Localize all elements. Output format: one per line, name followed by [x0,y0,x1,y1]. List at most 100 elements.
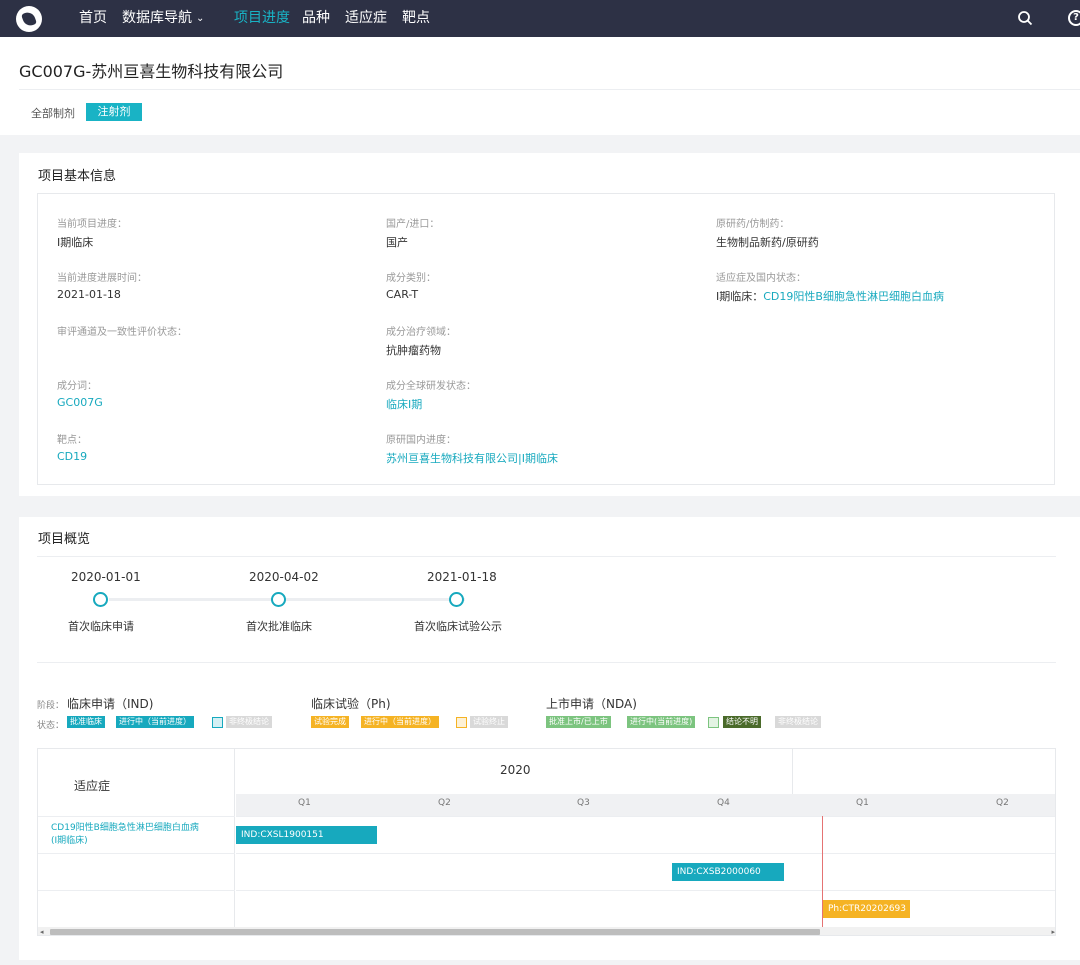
gantt-bar-ind[interactable]: IND:CXSL1900151 [236,826,377,844]
nav-database-label: 数据库导航 [122,10,192,26]
field-value: 生物制品新药/原研药 [716,236,819,249]
nav-database[interactable]: 数据库导航 ⌄ [122,0,204,37]
filter-injection[interactable]: 注射剂 [86,103,142,121]
indication-link[interactable]: CD19阳性B细胞急性淋巴细胞白血病(I期临床) [51,822,201,848]
gantt-bar-ph[interactable]: Ph:CTR20202693 [823,900,910,918]
scroll-thumb[interactable] [50,929,820,935]
field-label: 当前进度进展时间： [57,273,147,284]
year-divider [792,749,793,794]
legend-badge: 进行中（当前进度） [116,716,194,728]
field-label: 适应症及国内状态： [716,273,806,284]
basic-info-title: 项目基本信息 [38,169,117,184]
search-icon[interactable] [1017,10,1033,26]
original-progress-link[interactable]: 苏州亘喜生物科技有限公司|I期临床 [386,450,558,466]
legend-badge: 试验终止 [470,716,508,728]
basic-info-box: 当前项目进度： I期临床 国产/进口： 国产 原研药/仿制药： 生物制品新药/原… [37,193,1055,485]
timeline-track [109,598,465,601]
logo-icon[interactable] [16,6,42,32]
divider [19,89,1080,90]
page-title: GC007G-苏州亘喜生物科技有限公司 [19,62,284,81]
field-value: 2021-01-18 [57,288,121,301]
legend-badge: 结论不明 [723,716,761,728]
legend-badge: 批准上市/已上市 [546,716,611,728]
legend-badge: 进行中（当前进度） [361,716,439,728]
legend-badge: 非终极结论 [226,716,272,728]
page-header: GC007G-苏州亘喜生物科技有限公司 全部制剂 注射剂 [0,37,1080,135]
phase-nda: 上市申请（NDA) [546,697,637,711]
field-label: 审评通道及一致性评价状态： [57,327,187,338]
quarter-label: Q3 [577,798,590,808]
scroll-right-icon[interactable]: ▸ [1051,927,1055,935]
field-label: 原研药/仿制药： [716,219,790,230]
legend-badge: 非终极结论 [775,716,821,728]
legend-swatch [456,717,467,728]
scroll-left-icon[interactable]: ◂ [40,927,44,935]
divider [37,556,1056,557]
field-label: 当前项目进度： [57,219,127,230]
field-value: I期临床 [57,236,94,249]
nav-indication[interactable]: 适应症 [345,0,387,37]
legend-badge: 试验完成 [311,716,349,728]
phase-ph: 临床试验（Ph) [311,697,391,711]
milestone-date: 2020-04-02 [249,570,319,584]
nav-progress[interactable]: 项目进度 [234,0,290,37]
field-value: 国产 [386,236,408,249]
indication-link[interactable]: CD19阳性B细胞急性淋巴细胞白血病 [763,290,944,303]
quarter-label: Q1 [856,798,869,808]
field-label: 成分全球研发状态： [386,381,476,392]
overview-card: 项目概览 2020-01-01 首次临床申请 2020-04-02 首次批准临床… [19,517,1080,960]
row-divider [236,853,1055,854]
milestone-dot [271,592,286,607]
legend-badge: 批准临床 [67,716,105,728]
help-icon[interactable]: ? [1068,10,1080,26]
milestone-date: 2020-01-01 [71,570,141,584]
horizontal-scrollbar[interactable]: ◂ ▸ [38,927,1055,935]
quarter-label: Q2 [996,798,1009,808]
field-label: 成分类别： [386,273,436,284]
milestone-label: 首次临床申请 [68,620,134,633]
legend-swatch [708,717,719,728]
basic-info-card: 项目基本信息 当前项目进度： I期临床 国产/进口： 国产 原研药/仿制药： 生… [19,153,1080,496]
milestone-label: 首次批准临床 [246,620,312,633]
row-divider [236,816,1055,817]
milestone-dot [449,592,464,607]
gantt-indication-column: 适应症 CD19阳性B细胞急性淋巴细胞白血病(I期临床) [38,749,235,935]
global-status-link[interactable]: 临床I期 [386,396,422,412]
field-value: CAR-T [386,288,419,301]
field-value: 抗肿瘤药物 [386,344,441,357]
field-label: 国产/进口： [386,219,440,230]
component-link[interactable]: GC007G [57,396,103,409]
field-value: I期临床：CD19阳性B细胞急性淋巴细胞白血病 [716,288,944,304]
row-divider [38,853,235,854]
milestone-label: 首次临床试验公示 [414,620,502,633]
nav-target[interactable]: 靶点 [402,0,430,37]
today-marker [822,816,823,930]
legend-badge: 进行中(当前进度) [627,716,696,728]
phase-ind: 临床申请（IND) [67,697,154,711]
milestone-dot [93,592,108,607]
stage-label: 阶段： [37,701,65,711]
chevron-down-icon: ⌄ [196,13,205,24]
top-nav: 首页 数据库导航 ⌄ 项目进度 品种 适应症 靶点 ? [0,0,1080,37]
gantt-chart: 适应症 CD19阳性B细胞急性淋巴细胞白血病(I期临床) 2020 Q1 Q2 … [37,748,1056,936]
indication-header: 适应症 [74,779,111,793]
milestone-date: 2021-01-18 [427,570,497,584]
gantt-bar-ind[interactable]: IND:CXSB2000060 [672,863,784,881]
quarter-header [236,794,1055,816]
legend-swatch [212,717,223,728]
quarter-label: Q4 [717,798,730,808]
quarter-label: Q2 [438,798,451,808]
target-link[interactable]: CD19 [57,450,87,463]
row-divider [236,890,1055,891]
field-label: 靶点： [57,435,87,446]
row-divider [38,890,235,891]
status-prefix: I期临床： [716,290,764,303]
year-label: 2020 [500,763,531,777]
quarter-label: Q1 [298,798,311,808]
field-label: 成分词： [57,381,97,392]
nav-home[interactable]: 首页 [79,0,107,37]
field-label: 成分治疗领域： [386,327,456,338]
nav-variety[interactable]: 品种 [302,0,330,37]
filter-all-formulations[interactable]: 全部制剂 [31,105,75,121]
field-label: 原研国内进度： [386,435,456,446]
